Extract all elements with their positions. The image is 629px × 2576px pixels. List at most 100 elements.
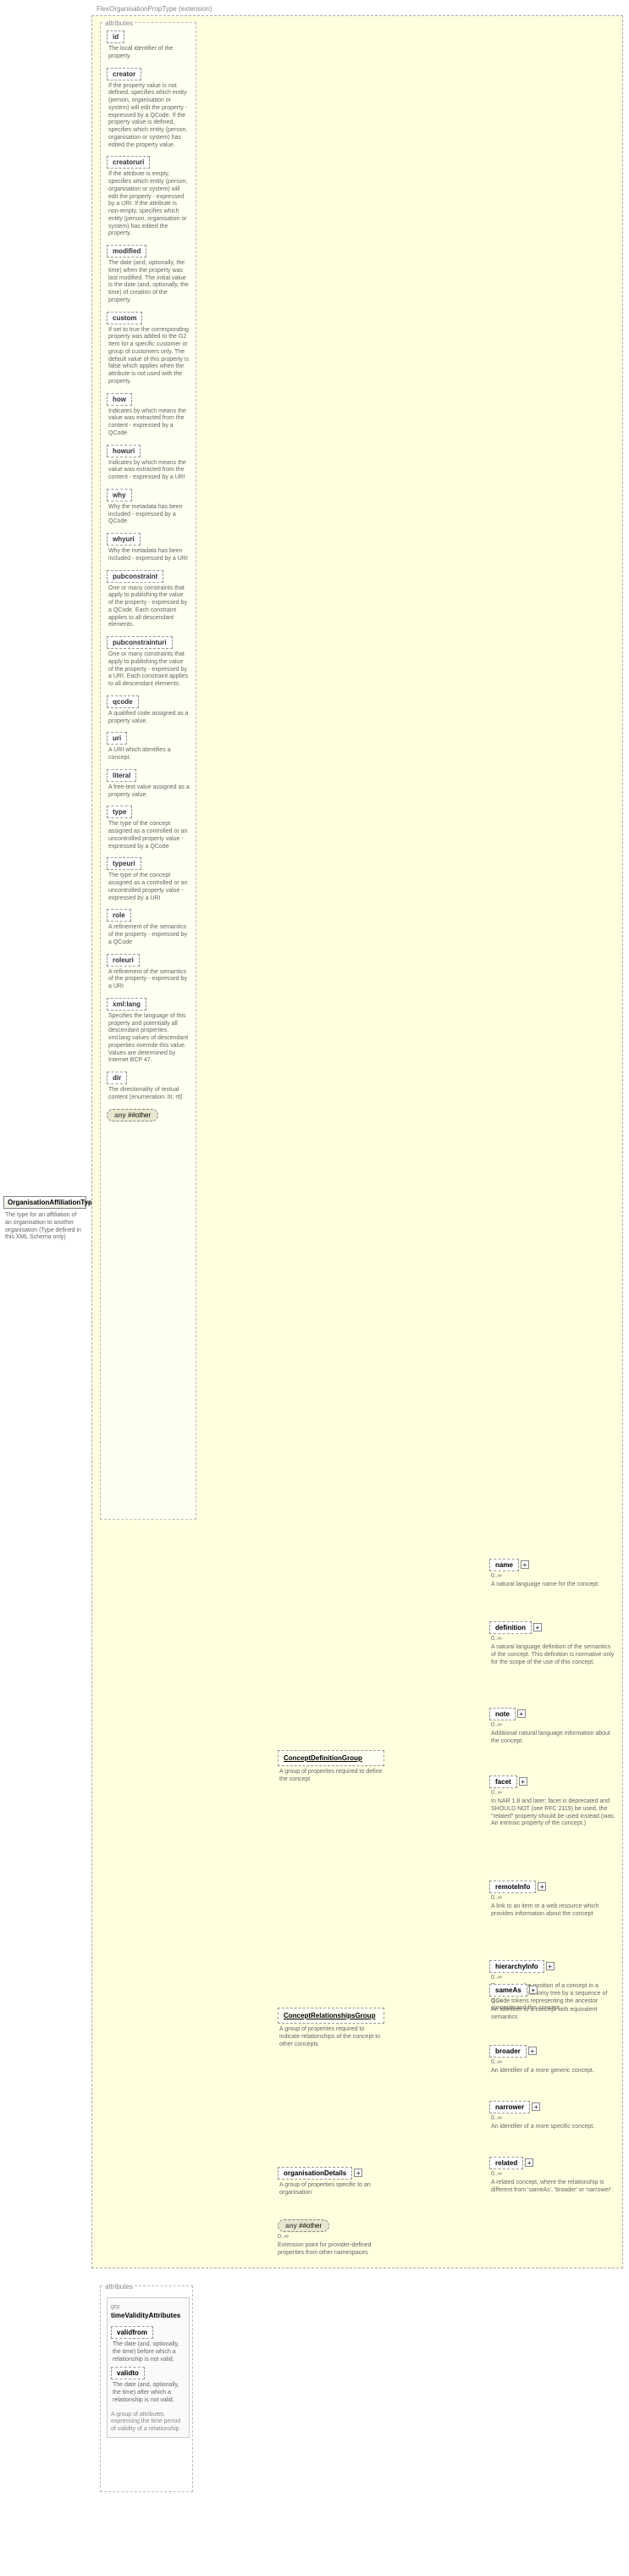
attribute-name: type (107, 806, 132, 818)
attribute-name: xml:lang (107, 998, 146, 1011)
attribute-name: creator (107, 68, 141, 80)
expand-icon[interactable]: + (517, 1709, 526, 1718)
child-note: A link to an item or a web resource whic… (489, 1901, 618, 1919)
expand-icon[interactable]: + (538, 1882, 546, 1891)
expand-icon[interactable]: + (528, 2047, 537, 2055)
attribute-why: whyWhy the metadata has been included - … (107, 489, 191, 526)
child-card: 0..∞ (489, 1973, 618, 1980)
attribute-qcode: qcodeA qualified code assigned as a prop… (107, 695, 191, 726)
expand-icon[interactable]: + (533, 1623, 542, 1631)
child-note: Additional natural language information … (489, 1728, 618, 1746)
expand-icon[interactable]: + (519, 1777, 527, 1786)
child-card: 0..∞ (489, 1571, 618, 1579)
attribute-uri: uriA URI which identifies a concept. (107, 732, 191, 762)
concept-relationships-group-label: ConceptRelationshipsGroup (284, 2012, 375, 2019)
attribute-note: If set to true the corresponding propert… (107, 324, 191, 386)
attribute-typeuri: typeuriThe type of the concept assigned … (107, 857, 191, 902)
crg-children-column: sameAs+0..∞An identifier of a concept wi… (489, 1984, 618, 2228)
child-name: name+0..∞A natural language name for the… (489, 1559, 618, 1609)
child-note: note+0..∞Additional natural language inf… (489, 1708, 618, 1764)
attribute-note: A refinement of the semantics of the pro… (107, 967, 191, 991)
attribute-note: The type of the concept assigned as a co… (107, 870, 191, 902)
child-note: A related concept, where the relationshi… (489, 2177, 618, 2195)
child-name: definition (489, 1621, 532, 1634)
child-name: hierarchyInfo (489, 1960, 544, 1973)
child-name: broader (489, 2045, 527, 2058)
attribute-role: roleA refinement of the semantics of the… (107, 909, 191, 946)
attribute-name: why (107, 489, 132, 501)
expand-icon[interactable]: + (532, 2102, 540, 2111)
attribute-name: pubconstrainturi (107, 636, 173, 649)
child-card: 0..∞ (489, 2058, 618, 2065)
attribute-name: howuri (107, 445, 141, 457)
any-other-pill: any ##other (278, 2219, 329, 2232)
attribute-name: uri (107, 732, 127, 745)
expand-icon[interactable]: + (546, 1962, 555, 1970)
child-note: An identifier of a more specific concept… (489, 2121, 618, 2131)
child-name: remoteInfo (489, 1881, 536, 1893)
child-name: sameAs (489, 1984, 527, 1997)
child-card: 0..∞ (489, 1634, 618, 1642)
attribute-name: modified (107, 245, 146, 258)
child-name: narrower (489, 2101, 530, 2113)
attribute-name: pubconstraint (107, 570, 163, 583)
attribute-name: how (107, 393, 132, 406)
child-note: An identifier of a concept with equivale… (489, 2004, 618, 2022)
any-other-card: 0..∞ (278, 2232, 379, 2240)
attribute-name: custom (107, 312, 142, 324)
validity-attr-validfrom: validfromThe date (and, optionally, the … (111, 2326, 185, 2363)
expand-icon[interactable]: + (521, 1560, 529, 1569)
attributes-label-2: attributes (103, 2283, 135, 2291)
validity-attr-validto: validtoThe date (and, optionally, the ti… (111, 2367, 185, 2404)
attribute-note: The directionality of textual content (e… (107, 1084, 191, 1102)
any-other-note: Extension point for provider-defined pro… (278, 2240, 379, 2257)
child-related: related+0..∞A related concept, where the… (489, 2157, 618, 2216)
attribute-name: qcode (107, 695, 139, 708)
attribute-name: id (107, 30, 124, 43)
attribute-roleuri: roleuriA refinement of the semantics of … (107, 954, 191, 991)
child-name: facet (489, 1776, 517, 1788)
child-note: An identifier of a more generic concept. (489, 2065, 618, 2075)
extension-header: FlexOrganisationPropType (extension) (97, 5, 212, 13)
expand-icon[interactable]: + (525, 2158, 533, 2167)
attribute-modified: modifiedThe date (and, optionally, the t… (107, 245, 191, 305)
expand-icon[interactable]: + (354, 2169, 362, 2177)
time-validity-group: grp timeValidityAttributes validfromThe … (107, 2297, 190, 2438)
attribute-note: A refinement of the semantics of the pro… (107, 922, 191, 946)
root-type-title: OrganisationAffiliationType (3, 1196, 86, 1209)
attribute-creator: creatorIf the property value is not defi… (107, 68, 191, 150)
child-card: 0..∞ (489, 1893, 618, 1901)
attribute-howuri: howuriIndicates by which means the value… (107, 445, 191, 482)
attribute-name: typeuri (107, 857, 141, 870)
child-card: 0..∞ (489, 1720, 618, 1728)
attribute-note: Why the metadata has been included - exp… (107, 501, 191, 526)
attribute-note: A free-text value assigned as a property… (107, 782, 191, 800)
child-broader: broader+0..∞An identifier of a more gene… (489, 2045, 618, 2089)
concept-relationships-group-note: A group of properites required to indica… (278, 2024, 384, 2048)
time-validity-footnote: A group of attributes expressing the tim… (111, 2408, 185, 2434)
validity-attr-name: validto (111, 2367, 145, 2379)
attribute-note: A URI which identifies a concept. (107, 745, 191, 762)
attribute-xmllang: xml:langSpecifies the language of this p… (107, 998, 191, 1065)
attribute-name: literal (107, 769, 136, 782)
attribute-type: typeThe type of the concept assigned as … (107, 806, 191, 850)
concept-definition-group-note: A group of properites required to define… (278, 1766, 384, 1784)
validity-attr-name: validfrom (111, 2326, 153, 2339)
attribute-how: howIndicates by which means the value wa… (107, 393, 191, 438)
concept-definition-group: ConceptDefinitionGroup A group of proper… (278, 1750, 384, 1784)
attributes-label-1: attributes (103, 19, 135, 27)
child-name: name (489, 1559, 519, 1571)
expand-icon[interactable]: + (529, 1986, 538, 1994)
child-card: 0..∞ (489, 2169, 618, 2177)
attribute-note: Specifies the language of this property … (107, 1011, 191, 1065)
attribute-name: role (107, 909, 131, 922)
attribute-any-other: any ##other (107, 1109, 191, 1122)
attribute-name: dir (107, 1072, 127, 1084)
cdg-children-column: name+0..∞A natural language name for the… (489, 1559, 618, 2057)
validity-attr-note: The date (and, optionally, the time) aft… (111, 2379, 185, 2404)
attribute-dir: dirThe directionality of textual content… (107, 1072, 191, 1102)
child-remoteInfo: remoteInfo+0..∞A link to an item or a we… (489, 1881, 618, 1948)
child-note: A natural language name for the concept. (489, 1579, 618, 1589)
child-sameAs: sameAs+0..∞An identifier of a concept wi… (489, 1984, 618, 2033)
attribute-whyuri: whyuriWhy the metadata has been included… (107, 533, 191, 563)
